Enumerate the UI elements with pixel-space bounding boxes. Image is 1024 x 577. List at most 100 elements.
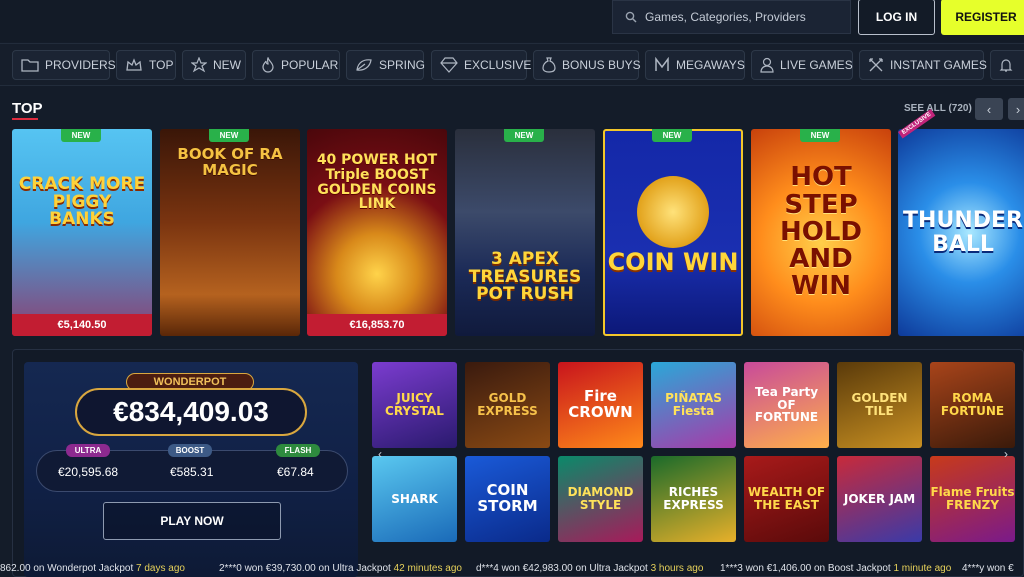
category-top[interactable]: TOP xyxy=(116,50,176,80)
game-thumbnail[interactable]: Flame Fruits FRENZY xyxy=(930,456,1015,542)
jackpot-winners-ticker: 862.00 on Wonderpot Jackpot 7 days ago 2… xyxy=(0,560,1024,577)
money-bag-icon xyxy=(542,57,556,73)
category-label: INSTANT GAMES xyxy=(890,58,987,72)
game-tile[interactable]: COIN WIN xyxy=(603,129,743,336)
game-tile[interactable]: HOT STEP HOLD AND WIN xyxy=(751,129,891,336)
game-tile[interactable]: 40 POWER HOT Triple BOOST GOLDEN COINS L… xyxy=(307,129,447,336)
game-art: CRACK MORE PIGGY BANKS xyxy=(12,129,152,336)
game-thumbnail[interactable]: Fire CROWN xyxy=(558,362,643,448)
game-title: WEALTH OF THE EAST xyxy=(747,485,826,512)
game-thumbnail[interactable]: GOLDEN TILE xyxy=(837,362,922,448)
game-tile[interactable]: BOOK OF RA MAGIC xyxy=(160,129,300,336)
game-tile[interactable]: 3 APEX TREASURES POT RUSH xyxy=(455,129,595,336)
game-tile[interactable]: THUNDER BALL xyxy=(898,129,1024,336)
game-title: THUNDER BALL xyxy=(903,208,1023,257)
crossed-swords-icon xyxy=(869,58,883,72)
ticker-text: 862.00 on Wonderpot Jackpot xyxy=(0,563,134,574)
category-label: LIVE GAMES xyxy=(780,58,853,72)
category-new[interactable]: NEW xyxy=(182,50,246,80)
grid-prev-chevron-icon[interactable]: ‹ xyxy=(378,447,382,461)
diamond-icon xyxy=(440,57,458,73)
folder-icon xyxy=(21,59,39,72)
new-badge: NEW xyxy=(800,129,840,142)
game-thumbnail[interactable]: JUICY CRYSTAL xyxy=(372,362,457,448)
search-input[interactable] xyxy=(645,10,845,24)
ticker-item: 4***y won € xyxy=(962,563,1014,574)
game-title: ROMA FORTUNE xyxy=(940,391,1005,418)
category-megaways[interactable]: MEGAWAYS xyxy=(645,50,745,80)
ticker-text: 2***0 won €39,730.00 on Ultra Jackpot xyxy=(219,563,391,574)
ticker-item: 2***0 won €39,730.00 on Ultra Jackpot 42… xyxy=(219,563,462,574)
new-badge: NEW xyxy=(652,129,692,142)
game-thumbnail[interactable]: GOLD EXPRESS xyxy=(465,362,550,448)
category-spring[interactable]: SPRING xyxy=(346,50,426,80)
game-title: DIAMOND STYLE xyxy=(567,485,634,512)
leaf-icon xyxy=(356,59,372,71)
ticker-time: 1 minute ago xyxy=(893,563,952,574)
game-tile[interactable]: CRACK MORE PIGGY BANKS €5,140.50 xyxy=(12,129,152,336)
tier-boost-value: €585.31 xyxy=(170,465,214,479)
game-art: THUNDER BALL xyxy=(898,129,1024,336)
new-badge: NEW xyxy=(209,129,249,142)
category-popular[interactable]: POPULAR xyxy=(252,50,340,80)
category-live-games[interactable]: LIVE GAMES xyxy=(751,50,853,80)
bell-icon xyxy=(999,59,1013,72)
tier-flash-value: €67.84 xyxy=(277,465,314,479)
game-title: GOLD EXPRESS xyxy=(477,391,538,418)
jackpot-amount: €16,853.70 xyxy=(307,314,447,336)
login-button[interactable]: LOG IN xyxy=(858,0,935,35)
game-thumbnail[interactable]: RICHES EXPRESS xyxy=(651,456,736,542)
category-label: BONUS BUYS xyxy=(562,58,641,72)
register-button[interactable]: REGISTER xyxy=(941,0,1024,35)
game-thumbnail[interactable]: ROMA FORTUNE xyxy=(930,362,1015,448)
game-title: Flame Fruits FRENZY xyxy=(930,485,1015,512)
game-title: COIN STORM xyxy=(477,481,538,515)
game-thumbnail[interactable]: SHARK xyxy=(372,456,457,542)
ticker-time: 3 hours ago xyxy=(650,563,704,574)
game-title: RICHES EXPRESS xyxy=(663,485,724,512)
game-thumbnail[interactable]: Tea Party OF FORTUNE xyxy=(744,362,829,448)
game-art: 40 POWER HOT Triple BOOST GOLDEN COINS L… xyxy=(307,129,447,336)
see-all-link[interactable]: SEE ALL (720) xyxy=(904,103,972,114)
game-thumbnail[interactable]: COIN STORM xyxy=(465,456,550,542)
game-title: 40 POWER HOT Triple BOOST GOLDEN COINS L… xyxy=(316,152,438,213)
chevron-right-icon: › xyxy=(1015,101,1021,117)
category-label: POPULAR xyxy=(281,58,339,72)
game-title: HOT STEP HOLD AND WIN xyxy=(779,162,862,302)
game-art: HOT STEP HOLD AND WIN xyxy=(751,129,891,336)
grid-next-chevron-icon[interactable]: › xyxy=(1004,447,1008,461)
star-icon xyxy=(191,57,207,73)
category-more[interactable] xyxy=(990,50,1024,80)
ticker-time: 7 days ago xyxy=(136,563,185,574)
category-instant-games[interactable]: INSTANT GAMES xyxy=(859,50,987,80)
dealer-icon xyxy=(760,57,774,73)
ticker-item: d***4 won €42,983.00 on Ultra Jackpot 3 … xyxy=(476,563,703,574)
game-thumbnail[interactable]: WEALTH OF THE EAST xyxy=(744,456,829,542)
category-label: SPRING xyxy=(379,58,426,72)
top-bar: LOG IN REGISTER xyxy=(0,0,1024,42)
chevron-left-icon: ‹ xyxy=(986,101,992,117)
game-title: SHARK xyxy=(391,491,438,506)
tier-ultra-value: €20,595.68 xyxy=(58,465,119,479)
game-art: BOOK OF RA MAGIC xyxy=(160,129,300,336)
game-thumbnail[interactable]: DIAMOND STYLE xyxy=(558,456,643,542)
game-thumbnail[interactable]: PIÑATAS Fiesta xyxy=(651,362,736,448)
game-thumbnail[interactable]: JOKER JAM xyxy=(837,456,922,542)
carousel-prev-button[interactable]: ‹ xyxy=(975,98,1003,120)
ticker-text: 4***y won € xyxy=(962,563,1014,574)
game-title: JUICY CRYSTAL xyxy=(385,391,444,418)
game-title: Fire CROWN xyxy=(568,387,633,421)
carousel-next-button[interactable]: › xyxy=(1008,98,1024,120)
category-providers[interactable]: PROVIDERS xyxy=(12,50,116,80)
category-exclusive[interactable]: EXCLUSIVE xyxy=(431,50,531,80)
section-title-top: TOP xyxy=(12,100,43,117)
new-badge: NEW xyxy=(504,129,544,142)
game-title: BOOK OF RA MAGIC xyxy=(177,144,283,179)
category-bonus-buys[interactable]: BONUS BUYS xyxy=(533,50,641,80)
megaways-icon xyxy=(655,57,669,71)
ticker-text: d***4 won €42,983.00 on Ultra Jackpot xyxy=(476,563,648,574)
wonderpot-amount: €834,409.03 xyxy=(75,388,307,436)
search-box[interactable] xyxy=(612,0,851,34)
game-art: COIN WIN xyxy=(605,131,741,334)
play-now-button[interactable]: PLAY NOW xyxy=(103,502,281,540)
